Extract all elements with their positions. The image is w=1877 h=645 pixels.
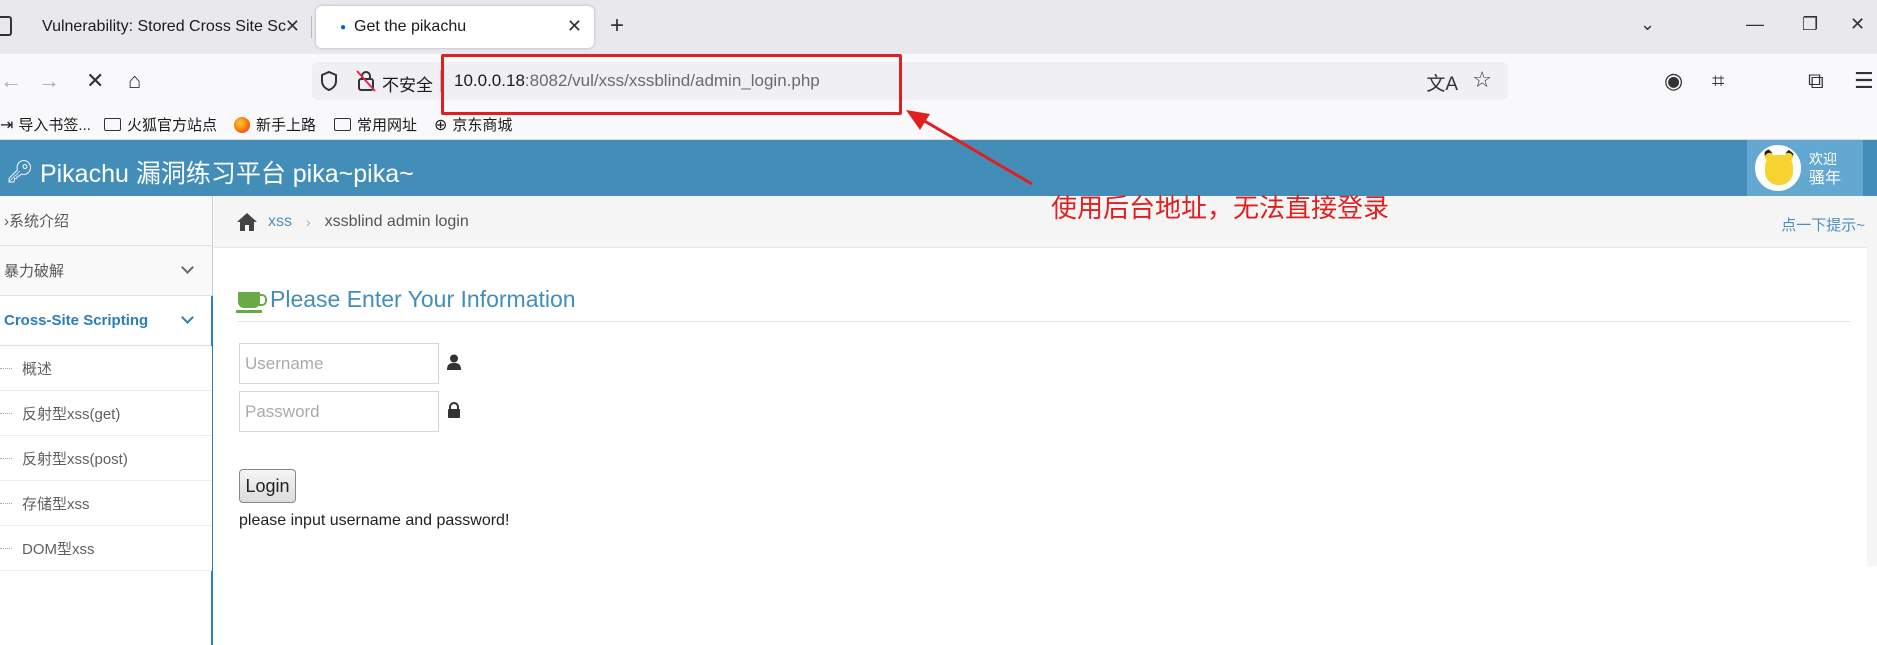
menu-icon[interactable]: ☰ xyxy=(1854,68,1874,94)
sidebar-subitem-label: DOM型xss xyxy=(22,540,95,558)
crop-icon[interactable]: ⌗ xyxy=(1712,68,1724,94)
extensions-icon[interactable]: ⧉ xyxy=(1808,68,1824,94)
lock-icon xyxy=(448,402,460,418)
close-tab-icon[interactable]: ✕ xyxy=(567,16,582,37)
main-content: xss › xssblind admin login 点一下提示~ Please… xyxy=(214,196,1877,566)
chevron-down-icon xyxy=(181,261,194,274)
insecure-lock-icon[interactable] xyxy=(356,70,376,92)
new-tab-plus-icon[interactable]: + xyxy=(610,12,624,40)
sidebar-subitem-label: 反射型xss(post) xyxy=(22,450,128,468)
close-tab-icon[interactable]: ✕ xyxy=(285,16,300,37)
minimize-icon[interactable]: — xyxy=(1746,14,1764,35)
bookmark-firefox-site[interactable]: 火狐官方站点 xyxy=(104,114,217,135)
annotation-text: 使用后台地址，无法直接登录 xyxy=(1051,194,1390,224)
sidebar-subitem-reflected-post[interactable]: 反射型xss(post) xyxy=(0,436,212,481)
folder-icon xyxy=(334,118,351,131)
bookmark-getting-started[interactable]: 新手上路 xyxy=(234,114,316,135)
key-icon: 🔑︎ xyxy=(6,159,34,184)
forward-arrow-icon[interactable]: → xyxy=(38,68,60,94)
sidebar: ›系统介绍 暴力破解 Cross-Site Scripting 概述 反射型xs… xyxy=(0,196,213,645)
bookmark-common-sites[interactable]: 常用网址 xyxy=(334,114,417,135)
firefox-icon xyxy=(234,116,250,133)
bookmark-label: 常用网址 xyxy=(357,117,418,134)
user-menu[interactable]: 欢迎 骚年 xyxy=(1747,140,1863,196)
status-message: please input username and password! xyxy=(239,512,510,529)
sidebar-subitem-reflected-get[interactable]: 反射型xss(get) xyxy=(0,391,212,436)
chevron-down-icon xyxy=(181,311,194,324)
breadcrumb-separator-icon: › xyxy=(306,214,311,230)
tab-bar: Vulnerability: Stored Cross Site Sc ✕ ● … xyxy=(0,0,1877,54)
account-icon[interactable]: ◉ xyxy=(1664,68,1683,94)
breadcrumb-trail: xss › xssblind admin login xyxy=(236,212,469,232)
page-title-text: Please Enter Your Information xyxy=(270,286,576,312)
tab-dvwa[interactable]: Vulnerability: Stored Cross Site Sc ✕ xyxy=(30,6,312,48)
import-icon: ⇥ xyxy=(0,116,14,134)
sidebar-subitem-label: 概述 xyxy=(22,360,53,378)
bookmark-label: 京东商城 xyxy=(452,117,513,134)
bookmark-label: 火狐官方站点 xyxy=(127,117,218,134)
translate-icon[interactable]: 文A xyxy=(1426,69,1458,96)
coffee-icon xyxy=(236,291,267,313)
close-window-icon[interactable]: ✕ xyxy=(1850,14,1865,35)
annotation-arrow-icon xyxy=(906,110,1033,186)
sidebar-subitem-label: 存储型xss xyxy=(22,495,90,513)
sidebar-subitem-dom[interactable]: DOM型xss xyxy=(0,526,212,571)
bookmark-label: 导入书签... xyxy=(18,117,91,134)
restore-icon[interactable]: ❐ xyxy=(1802,14,1818,35)
breadcrumb-current: xssblind admin login xyxy=(324,213,469,230)
breadcrumb-link-xss[interactable]: xss xyxy=(268,213,292,231)
username-field[interactable] xyxy=(239,343,439,384)
sidebar-subitem-overview[interactable]: 概述 xyxy=(0,346,212,391)
folder-icon xyxy=(104,118,121,131)
sidebar-subitem-label: 反射型xss(get) xyxy=(22,405,121,423)
sidebar-item-xss[interactable]: Cross-Site Scripting xyxy=(0,296,213,645)
login-button[interactable]: Login xyxy=(239,469,296,503)
divider xyxy=(238,321,1850,322)
greeting: 欢迎 xyxy=(1809,151,1837,167)
loading-dot-icon: ● xyxy=(340,21,347,33)
home-icon[interactable]: ⌂ xyxy=(128,68,141,94)
sidebar-toggle-icon[interactable] xyxy=(0,16,12,36)
annotation-highlight-box xyxy=(441,54,902,115)
tab-pikachu[interactable]: ● Get the pikachu ✕ xyxy=(316,6,594,48)
tab-title: Get the pikachu xyxy=(354,18,467,35)
password-field[interactable] xyxy=(239,391,439,432)
avatar xyxy=(1755,145,1801,191)
bookmark-label: 新手上路 xyxy=(256,117,317,134)
tab-title: Vulnerability: Stored Cross Site Sc xyxy=(42,18,286,35)
bookmark-import[interactable]: ⇥ 导入书签... xyxy=(0,114,91,135)
sidebar-item-label: 暴力破解 xyxy=(4,263,65,280)
sidebar-item-intro[interactable]: ›系统介绍 xyxy=(0,196,212,246)
globe-icon: ⊕ xyxy=(434,116,448,134)
bookmark-jd[interactable]: ⊕ 京东商城 xyxy=(434,114,512,135)
scrollbar[interactable] xyxy=(1867,196,1877,566)
user-icon xyxy=(447,354,461,370)
page-title: Please Enter Your Information xyxy=(236,286,576,313)
brand-title: Pikachu 漏洞练习平台 pika~pika~ xyxy=(39,160,414,188)
sidebar-item-label: ›系统介绍 xyxy=(4,213,70,230)
home-icon[interactable] xyxy=(236,212,258,232)
hint-link[interactable]: 点一下提示~ xyxy=(1781,214,1865,235)
username: 骚年 xyxy=(1809,170,1842,187)
shield-icon[interactable] xyxy=(320,70,338,92)
sidebar-subitem-stored[interactable]: 存储型xss xyxy=(0,481,212,526)
sidebar-item-label: Cross-Site Scripting xyxy=(4,312,149,329)
bookmark-star-icon[interactable]: ☆ xyxy=(1472,67,1492,93)
brand[interactable]: 🔑︎ Pikachu 漏洞练习平台 pika~pika~ xyxy=(6,154,414,190)
sidebar-item-bruteforce[interactable]: 暴力破解 xyxy=(0,246,212,296)
stop-loading-icon[interactable]: ✕ xyxy=(86,68,104,94)
user-info: 欢迎 骚年 xyxy=(1809,149,1841,189)
back-arrow-icon[interactable]: ← xyxy=(0,68,22,94)
breadcrumb: xss › xssblind admin login 点一下提示~ xyxy=(214,196,1877,248)
insecure-label: 不安全 xyxy=(382,76,433,95)
tab-list-chevron-icon[interactable]: ⌄ xyxy=(1640,14,1655,35)
